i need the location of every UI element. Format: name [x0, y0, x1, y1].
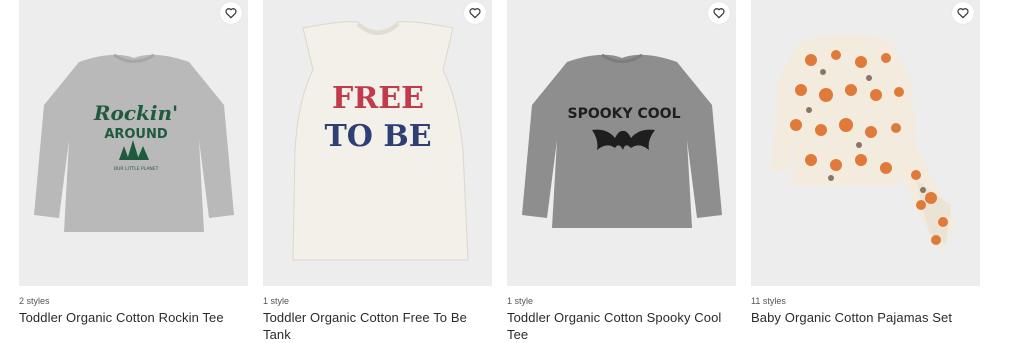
favorite-button[interactable] [464, 2, 486, 24]
product-card[interactable]: FREE TO BE 1 style Toddler Organic Cotto… [263, 0, 492, 343]
heart-outline-icon [957, 8, 969, 19]
pumpkin-pajamas-image [771, 34, 956, 252]
product-title[interactable]: Toddler Organic Cotton Free To Be Tank [263, 309, 492, 343]
favorite-button[interactable] [220, 2, 242, 24]
product-title[interactable]: Baby Organic Cotton Pajamas Set [751, 309, 980, 326]
favorite-button[interactable] [708, 2, 730, 24]
svg-text:Rockin': Rockin' [93, 101, 178, 125]
heart-outline-icon [713, 8, 725, 19]
svg-text:SPOOKY COOL: SPOOKY COOL [567, 106, 680, 122]
product-image[interactable]: SPOOKY COOL [507, 0, 736, 286]
gray-long-sleeve-tee-image: Rockin' AROUND OUR LITTLE PLANET [34, 53, 234, 232]
product-card[interactable]: Rockin' AROUND OUR LITTLE PLANET 2 style… [19, 0, 248, 343]
product-grid: Rockin' AROUND OUR LITTLE PLANET 2 style… [19, 0, 980, 343]
styles-count: 1 style [507, 296, 534, 306]
heart-outline-icon [469, 8, 481, 19]
favorite-button[interactable] [952, 2, 974, 24]
styles-count: 1 style [263, 296, 290, 306]
product-title[interactable]: Toddler Organic Cotton Rockin Tee [19, 309, 248, 326]
product-image[interactable]: FREE TO BE [263, 0, 492, 286]
styles-count: 11 styles [751, 296, 786, 306]
product-card[interactable]: SPOOKY COOL 1 style Toddler Organic Cott… [507, 0, 736, 343]
product-card[interactable]: 11 styles Baby Organic Cotton Pajamas Se… [751, 0, 980, 343]
svg-text:OUR LITTLE PLANET: OUR LITTLE PLANET [114, 166, 159, 172]
svg-text:FREE: FREE [332, 81, 424, 116]
product-image[interactable]: Rockin' AROUND OUR LITTLE PLANET [19, 0, 248, 286]
gray-bat-tee-image: SPOOKY COOL [522, 53, 722, 228]
heart-outline-icon [225, 8, 237, 19]
svg-text:AROUND: AROUND [104, 127, 168, 142]
white-tank-top-image: FREE TO BE [292, 21, 469, 261]
styles-count: 2 styles [19, 296, 50, 306]
product-image[interactable] [751, 0, 980, 286]
product-title[interactable]: Toddler Organic Cotton Spooky Cool Tee [507, 309, 736, 343]
svg-text:TO BE: TO BE [324, 119, 431, 154]
